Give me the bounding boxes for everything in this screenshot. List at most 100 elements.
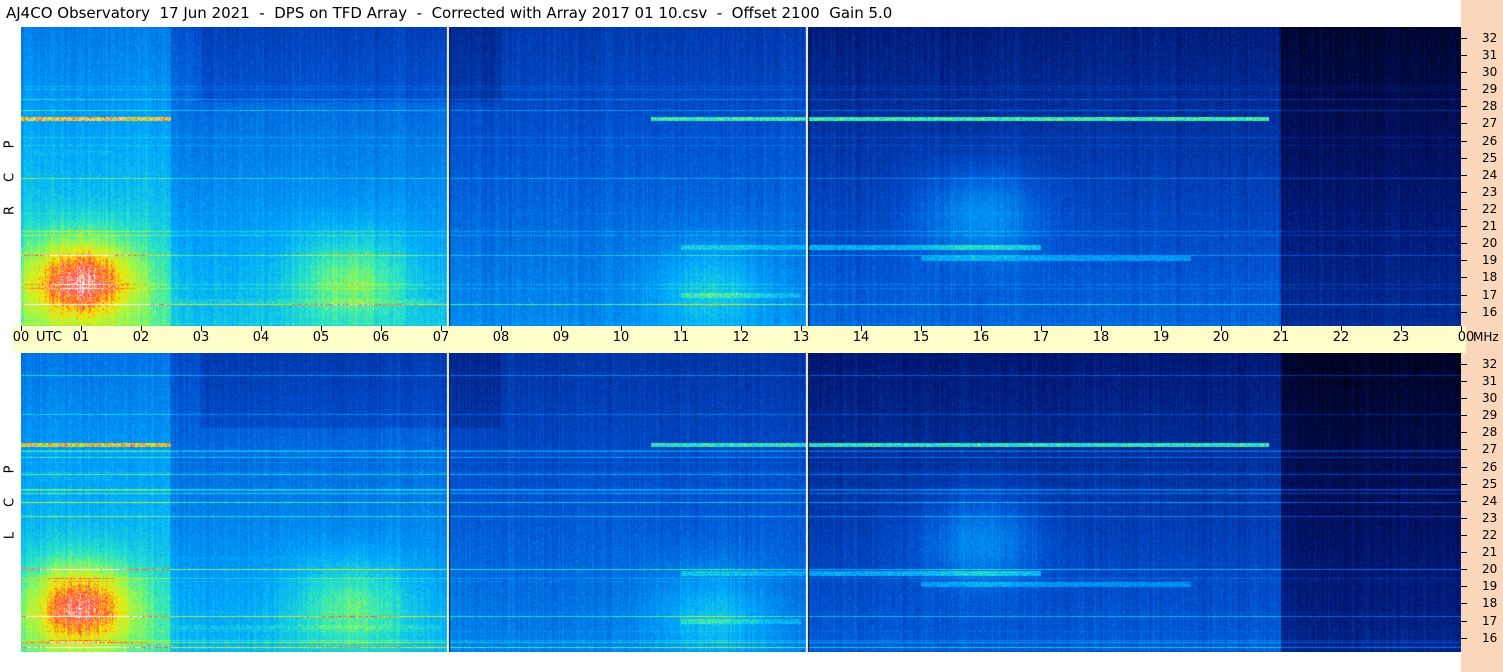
freq-tick — [1461, 54, 1467, 56]
freq-tick — [1461, 72, 1467, 74]
freq-tick — [1461, 432, 1467, 434]
freq-tick — [1461, 380, 1467, 382]
rcp-label: P C R — [3, 128, 18, 227]
freq-tick-label: 21 — [1482, 219, 1498, 234]
freq-tick-label: 16 — [1482, 630, 1498, 645]
freq-tick-label: 24 — [1482, 167, 1498, 182]
freq-tick-label: 26 — [1482, 133, 1498, 148]
freq-tick-label: 17 — [1482, 613, 1498, 628]
freq-tick — [1461, 294, 1467, 296]
freq-tick-label: 21 — [1482, 545, 1498, 560]
freq-tick-label: 31 — [1482, 47, 1498, 62]
freq-tick-label: 19 — [1482, 579, 1498, 594]
freq-tick-label: 23 — [1482, 510, 1498, 525]
freq-tick — [1461, 586, 1467, 588]
freq-tick-label: 19 — [1482, 253, 1498, 268]
time-tick-label: 00 — [12, 330, 30, 345]
freq-tick — [1461, 415, 1467, 417]
freq-tick — [1461, 174, 1467, 176]
freq-tick — [1461, 123, 1467, 125]
rcp-letter: P — [2, 140, 18, 149]
spectrogram-lcp — [21, 353, 1461, 652]
freq-tick-label: 25 — [1482, 150, 1498, 165]
freq-tick — [1461, 363, 1467, 365]
lcp-letter: L — [2, 531, 18, 540]
time-tick-label: 06 — [372, 330, 390, 345]
freq-tick — [1461, 552, 1467, 554]
freq-tick-label: 18 — [1482, 270, 1498, 285]
time-tick-label: 18 — [1092, 330, 1110, 345]
freq-tick-label: 25 — [1482, 476, 1498, 491]
time-tick-label: 07 — [432, 330, 450, 345]
time-tick-label: 17 — [1032, 330, 1050, 345]
freq-tick-label: 28 — [1482, 99, 1498, 114]
time-tick-label: 05 — [312, 330, 330, 345]
freq-tick-label: 28 — [1482, 425, 1498, 440]
rcp-letter: R — [2, 205, 18, 216]
time-tick-label: 19 — [1152, 330, 1170, 345]
time-axis: 01 02 03 04 05 06 07 08 09 10 11 12 13 14 15 16 17 18 19 20… — [12, 326, 1474, 353]
time-tick-label: 13 — [792, 330, 810, 345]
rcp-letter: C — [2, 172, 18, 183]
freq-tick-label: 22 — [1482, 528, 1498, 543]
time-tick-label: 09 — [552, 330, 570, 345]
freq-tick-label: 27 — [1482, 116, 1498, 131]
freq-tick — [1461, 517, 1467, 519]
freq-tick — [1461, 226, 1467, 228]
freq-tick — [1461, 106, 1467, 108]
freq-tick — [1461, 535, 1467, 537]
freq-tick — [1461, 89, 1467, 91]
chart-title: AJ4CO Observatory 17 Jun 2021 - DPS on T… — [6, 4, 893, 22]
freq-tick-label: 20 — [1482, 236, 1498, 251]
freq-tick-label: 20 — [1482, 562, 1498, 577]
freq-axis-unit: MHz — [1473, 330, 1499, 344]
time-tick-label: 10 — [612, 330, 630, 345]
time-tick-label: 01 — [72, 330, 90, 345]
freq-tick-label: 32 — [1482, 30, 1498, 45]
freq-tick — [1461, 603, 1467, 605]
time-tick-label: 00 — [1457, 330, 1475, 345]
freq-tick — [1461, 260, 1467, 262]
time-tick-label: 08 — [492, 330, 510, 345]
freq-tick — [1461, 140, 1467, 142]
time-tick-label: 02 — [132, 330, 150, 345]
lcp-letter: P — [2, 465, 18, 474]
freq-tick-label: 17 — [1482, 287, 1498, 302]
freq-tick — [1461, 637, 1467, 639]
freq-tick-label: 18 — [1482, 596, 1498, 611]
freq-tick — [1461, 449, 1467, 451]
freq-tick-label: 27 — [1482, 442, 1498, 457]
lcp-label: P C L — [3, 453, 18, 552]
freq-tick — [1461, 483, 1467, 485]
freq-tick-label: 22 — [1482, 202, 1498, 217]
freq-tick — [1461, 209, 1467, 211]
freq-tick-label: 23 — [1482, 184, 1498, 199]
time-tick-label: 15 — [912, 330, 930, 345]
time-tick-label: 21 — [1272, 330, 1290, 345]
freq-tick-label: 31 — [1482, 373, 1498, 388]
freq-tick-label: 16 — [1482, 304, 1498, 319]
time-tick-label: 12 — [732, 330, 750, 345]
freq-tick-label: 29 — [1482, 82, 1498, 97]
freq-tick — [1461, 277, 1467, 279]
freq-tick-label: 30 — [1482, 65, 1498, 80]
freq-tick-label: 24 — [1482, 493, 1498, 508]
spectrogram-rcp — [21, 27, 1461, 326]
time-tick-label: 16 — [972, 330, 990, 345]
freq-tick — [1461, 37, 1467, 39]
freq-tick — [1461, 500, 1467, 502]
freq-tick — [1461, 569, 1467, 571]
time-tick-label: 14 — [852, 330, 870, 345]
freq-tick — [1461, 311, 1467, 313]
time-tick-label: 22 — [1332, 330, 1350, 345]
time-tick-label: 23 — [1392, 330, 1410, 345]
freq-tick — [1461, 191, 1467, 193]
freq-tick — [1461, 243, 1467, 245]
time-tick-label: 03 — [192, 330, 210, 345]
time-axis-unit: UTC — [36, 330, 62, 345]
time-tick-label: 20 — [1212, 330, 1230, 345]
freq-tick-label: 30 — [1482, 391, 1498, 406]
freq-tick-label: 29 — [1482, 408, 1498, 423]
time-tick-label: 11 — [672, 330, 690, 345]
lcp-letter: C — [2, 497, 18, 508]
